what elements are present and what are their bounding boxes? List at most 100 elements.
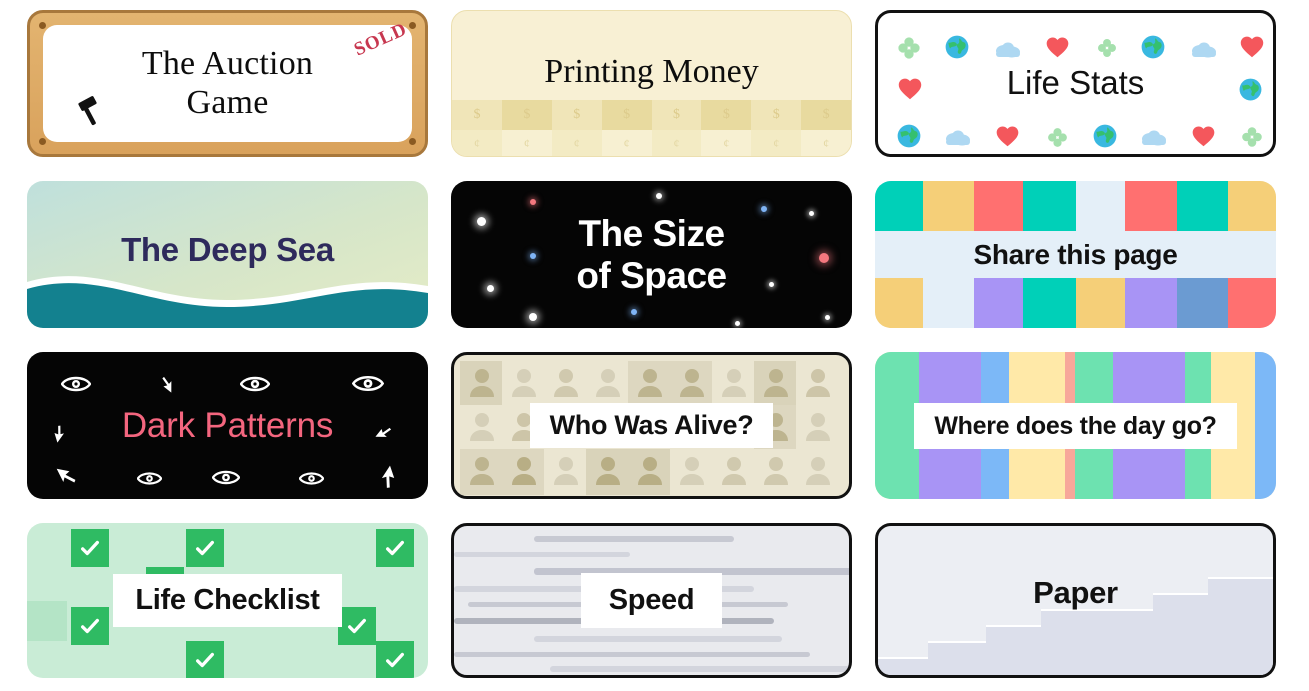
person-icon <box>510 455 538 490</box>
person-icon <box>468 367 496 402</box>
card-deep-sea[interactable]: The Deep Sea <box>27 181 428 328</box>
star-dot <box>631 309 637 315</box>
money-cell: $ <box>551 100 602 130</box>
card-speed[interactable]: Speed <box>451 523 852 678</box>
globe-icon <box>1140 34 1166 60</box>
card-title-life-stats: Life Stats <box>992 63 1159 104</box>
money-cell: $ <box>601 100 652 130</box>
clover-icon <box>1096 37 1118 59</box>
color-block <box>1125 278 1177 328</box>
card-grid: SOLD The Auction Game $ $ $ $ $ $ $ $ ¢ … <box>0 0 1309 678</box>
card-dark-patterns[interactable]: Dark Patterns <box>27 352 428 499</box>
star-dot <box>735 321 740 326</box>
cursor-icon <box>51 424 69 449</box>
color-block <box>875 181 923 231</box>
money-cell: $ <box>801 100 851 130</box>
money-cell: $ <box>751 100 802 130</box>
card-auction-game[interactable]: SOLD The Auction Game <box>27 10 428 157</box>
check-icon <box>186 529 224 567</box>
eye-icon <box>60 374 92 399</box>
paper-sheet <box>1208 577 1273 595</box>
money-cell: $ <box>701 100 752 130</box>
star-dot <box>769 282 774 287</box>
heart-icon <box>1044 34 1071 60</box>
screw-icon <box>39 138 46 145</box>
person-icon <box>468 455 496 490</box>
person-icon <box>762 367 790 402</box>
card-life-stats[interactable]: Life Stats <box>875 10 1276 157</box>
card-printing-money[interactable]: $ $ $ $ $ $ $ $ ¢ ¢ ¢ ¢ ¢ ¢ ¢ ¢ Printing… <box>451 10 852 157</box>
heart-icon <box>994 123 1021 149</box>
check-icon <box>376 641 414 678</box>
heart-icon <box>896 75 924 102</box>
money-cell: $ <box>501 100 552 130</box>
speed-line <box>550 666 849 672</box>
clover-icon <box>1046 126 1069 149</box>
paper-sheet <box>1153 593 1273 611</box>
check-icon <box>71 529 109 567</box>
color-block <box>1023 181 1076 231</box>
person-icon <box>510 367 538 402</box>
auction-title-line1: The Auction <box>141 45 314 83</box>
card-paper[interactable]: Paper <box>875 523 1276 678</box>
star-dot <box>529 313 537 321</box>
person-icon <box>678 367 706 402</box>
card-share-this-page[interactable]: Share this page <box>875 181 1276 328</box>
card-size-of-space[interactable]: The Size of Space <box>451 181 852 328</box>
space-title-line2: of Space <box>576 254 727 296</box>
gavel-icon <box>76 93 110 132</box>
globe-icon <box>944 34 970 60</box>
check-icon <box>376 529 414 567</box>
color-block <box>1177 278 1228 328</box>
person-icon <box>678 455 706 490</box>
person-icon <box>552 455 580 490</box>
color-block <box>875 278 923 328</box>
person-icon <box>762 455 790 490</box>
color-block <box>1228 278 1276 328</box>
star-dot <box>477 217 486 226</box>
person-icon <box>468 411 496 446</box>
money-cell-alt: ¢ <box>801 130 851 156</box>
money-cell-alt: ¢ <box>501 130 552 156</box>
globe-icon <box>1092 123 1118 149</box>
money-band: $ $ $ $ $ $ $ $ <box>452 100 851 130</box>
card-who-was-alive[interactable]: Who Was Alive? <box>451 352 852 499</box>
card-title-who-was-alive: Who Was Alive? <box>529 403 774 448</box>
card-where-does-the-day-go[interactable]: Where does the day go? <box>875 352 1276 499</box>
screw-icon <box>409 22 416 29</box>
star-dot <box>825 315 830 320</box>
card-life-checklist[interactable]: Life Checklist <box>27 523 428 678</box>
paper-sheet <box>928 641 1273 659</box>
card-title-deep-sea: The Deep Sea <box>121 231 334 269</box>
money-cell-alt: ¢ <box>551 130 602 156</box>
money-cell: $ <box>452 100 502 130</box>
globe-icon <box>896 123 922 149</box>
color-block <box>1177 181 1228 231</box>
money-cell-alt: ¢ <box>651 130 702 156</box>
color-block <box>1023 278 1076 328</box>
card-title-life-checklist: Life Checklist <box>113 574 342 627</box>
star-dot <box>809 211 814 216</box>
stripe-block <box>875 352 919 499</box>
heart-icon <box>1190 123 1217 149</box>
card-title-auction-game: The Auction Game <box>142 45 313 121</box>
card-title-speed: Speed <box>580 573 723 628</box>
card-title-printing-money: Printing Money <box>544 53 759 91</box>
speed-line <box>454 552 630 557</box>
person-icon <box>636 367 664 402</box>
money-cell-alt: ¢ <box>452 130 502 156</box>
check-icon <box>71 607 109 645</box>
person-icon <box>594 367 622 402</box>
color-block <box>1125 181 1177 231</box>
money-cell-alt: ¢ <box>751 130 802 156</box>
heart-icon <box>1238 33 1266 60</box>
clover-icon <box>1240 125 1264 149</box>
cloud-icon <box>1140 127 1168 149</box>
eye-icon <box>136 470 163 492</box>
card-title-share-this-page: Share this page <box>973 238 1178 270</box>
eye-icon <box>351 373 385 399</box>
money-cell-alt: ¢ <box>601 130 652 156</box>
color-block <box>1076 278 1125 328</box>
card-title-where-does-the-day-go: Where does the day go? <box>914 402 1237 449</box>
eye-icon <box>298 470 325 492</box>
